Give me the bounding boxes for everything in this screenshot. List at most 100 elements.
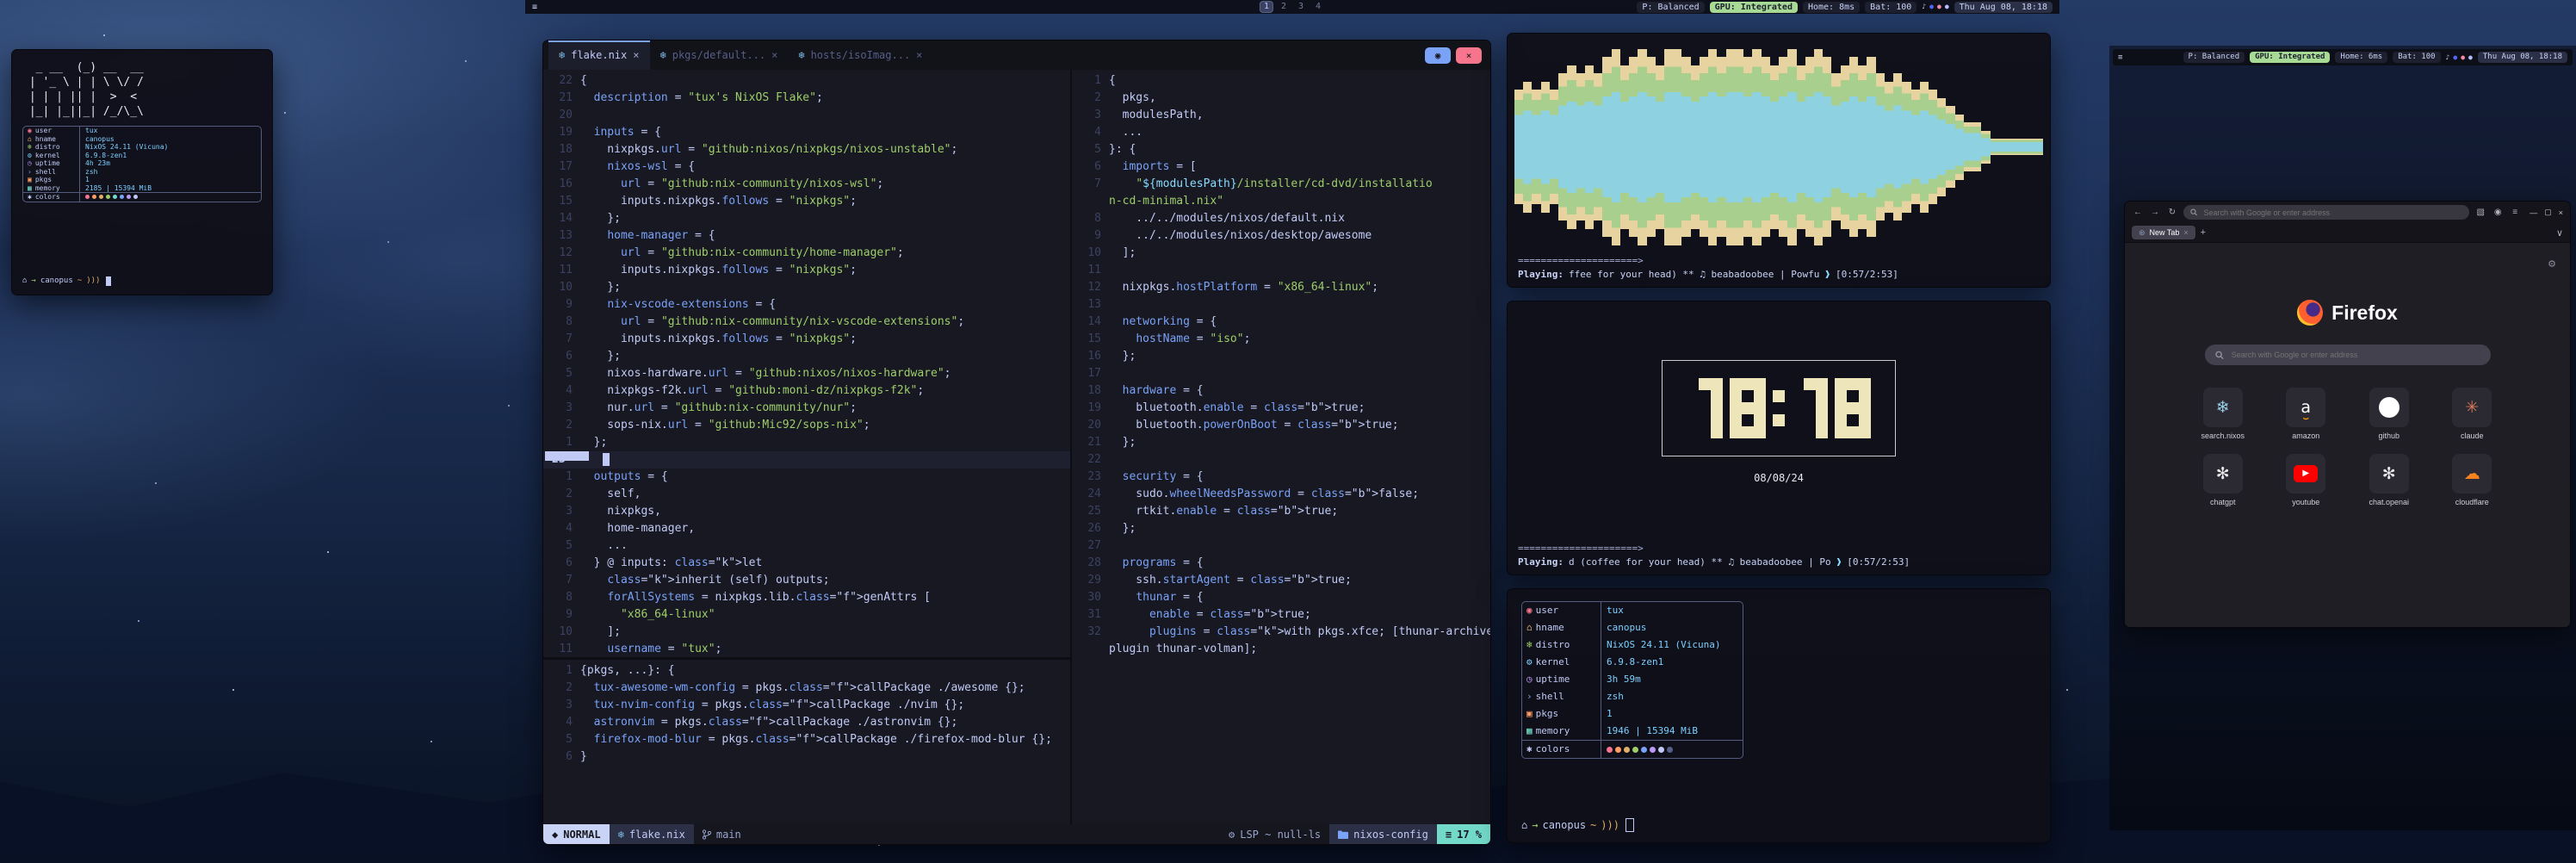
shortcut-cloudflare[interactable]: ☁cloudflare [2437,454,2508,506]
newtab-search-input[interactable] [2230,350,2480,360]
url-bar[interactable] [2183,205,2469,220]
code-line[interactable]: 5 nixos-hardware.url = "github:nixos/nix… [543,365,1070,382]
audio-visualizer-window[interactable]: =====================> Playing:ffee for … [1507,33,2051,288]
tab-new-tab[interactable]: ⊛ New Tab × [2132,226,2195,239]
code-line[interactable]: 17 [1072,365,1490,382]
editor-tab-hostsisoImag...[interactable]: ❄hosts/isoImag...× [788,40,932,70]
code-line[interactable]: 4 astronvim = pkgs.class="f">callPackage… [543,714,1070,731]
code-line[interactable]: 3 modulesPath, [1072,107,1490,124]
tray-icon[interactable]: ♪ [2446,54,2450,61]
neovim-window[interactable]: ❄flake.nix×❄pkgs/default...×❄hosts/isoIm… [542,40,1491,845]
code-line[interactable]: 23 [543,451,1070,469]
code-line[interactable]: 4 home-manager, [543,520,1070,537]
editor-tab-flake.nix[interactable]: ❄flake.nix× [548,40,650,70]
code-line[interactable]: 1 }; [543,434,1070,451]
list-tabs-chevron-icon[interactable]: ∨ [2556,227,2563,239]
code-line[interactable]: 19 inputs = { [543,124,1070,141]
code-line[interactable]: 1{pkgs, ...}: { [543,662,1070,680]
buffer-flake-nix[interactable]: 22{21 description = "tux's NixOS Flake";… [543,70,1070,657]
code-line[interactable]: 14 networking = { [1072,314,1490,331]
code-line[interactable]: 9 "x86_64-linux" [543,606,1070,624]
code-line[interactable]: 12 url = "github:nix-community/home-mana… [543,245,1070,262]
code-line[interactable]: 14 }; [543,210,1070,227]
refresh-icon[interactable]: ↻ [2166,208,2178,217]
code-line[interactable]: 13 [1072,296,1490,314]
code-line[interactable]: 2 self, [543,486,1070,503]
code-line[interactable]: 7 "${modulesPath}/installer/cd-dvd/insta… [1072,176,1490,193]
code-line[interactable]: 2 sops-nix.url = "github:Mic92/sops-nix"… [543,417,1070,434]
shortcut-chat.openai[interactable]: ✻chat.openai [2354,454,2425,506]
code-line[interactable]: 25 rtkit.enable = class="b">true; [1072,503,1490,520]
terminal-fetch-window[interactable]: _ __ (_) __ __ | '_ \ | | \ \/ / | | | |… [11,49,273,295]
code-line[interactable]: 16 url = "github:nix-community/nixos-wsl… [543,176,1070,193]
code-line[interactable]: 10 ]; [543,624,1070,641]
shortcut-youtube[interactable]: ▶youtube [2270,454,2342,506]
close-buffer-button[interactable]: × [1456,47,1482,64]
newtab-search-bar[interactable] [2205,345,2491,365]
code-line[interactable]: 7 inputs.nixpkgs.follows = "nixpkgs"; [543,331,1070,348]
shortcut-claude[interactable]: ✳claude [2437,388,2508,440]
code-line[interactable]: 28 programs = { [1072,555,1490,572]
code-line[interactable]: 5 firefox-mod-blur = pkgs.class="f">call… [543,731,1070,748]
maximize-button[interactable]: ▢ [2544,208,2552,217]
code-line[interactable]: 5}: { [1072,141,1490,158]
tray-icon[interactable]: ♪ [1922,3,1926,10]
code-line[interactable]: 12 nixpkgs.hostPlatform = "x86_64-linux"… [1072,279,1490,296]
clock-widget[interactable]: Thu Aug 08, 18:18 [2478,52,2567,63]
code-line[interactable]: n-cd-minimal.nix" [1072,193,1490,210]
code-line[interactable]: 5 ... [543,537,1070,555]
code-line[interactable]: 16 }; [1072,348,1490,365]
tab-close-icon[interactable]: × [2183,228,2188,237]
shortcut-github[interactable]: github [2354,388,2425,440]
shortcut-chatgpt[interactable]: ✻chatgpt [2188,454,2259,506]
code-line[interactable]: 10 ]; [1072,245,1490,262]
code-line[interactable]: 20 [543,107,1070,124]
menu-icon[interactable]: ≡ [532,3,537,12]
minimize-button[interactable]: — [2530,208,2537,217]
code-line[interactable]: 20 bluetooth.powerOnBoot = class="b">tru… [1072,417,1490,434]
tray-icon[interactable]: ● [1929,3,1934,10]
code-line[interactable]: 18 nixpkgs.url = "github:nixos/nixpkgs/n… [543,141,1070,158]
code-line[interactable]: 27 [1072,537,1490,555]
code-line[interactable]: 32 plugins = class="k">with pkgs.xfce; [… [1072,624,1490,641]
tab-close-icon[interactable]: × [771,49,777,61]
workspace-tag-2[interactable]: 2 [1278,2,1290,12]
clock-window[interactable]: 08/08/24 =====================> Playing:… [1507,301,2051,575]
code-line[interactable]: 4 ... [1072,124,1490,141]
code-line[interactable]: 3 nur.url = "github:nix-community/nur"; [543,400,1070,417]
code-line[interactable]: 6 }; [543,348,1070,365]
code-line[interactable]: 10 }; [543,279,1070,296]
code-line[interactable]: 11 [1072,262,1490,279]
tray-icon[interactable]: ● [1937,3,1941,10]
code-line[interactable]: 8 ../../modules/nixos/default.nix [1072,210,1490,227]
workspace-tag-3[interactable]: 3 [1295,2,1307,12]
terminal-fetch-window-2[interactable]: ◉usertux⌂hnamecanopus❄distroNixOS 24.11 … [1507,588,2051,843]
code-line[interactable]: 21 description = "tux's NixOS Flake"; [543,90,1070,107]
code-line[interactable]: 6 } @ inputs: class="k">let [543,555,1070,572]
code-line[interactable]: 4 nixpkgs-f2k.url = "github:moni-dz/nixp… [543,382,1070,400]
forward-icon[interactable]: → [2149,208,2161,217]
code-line[interactable]: 8 forAllSystems = nixpkgs.lib.class="f">… [543,589,1070,606]
workspace-tag-4[interactable]: 4 [1312,2,1324,12]
new-tab-button[interactable]: + [2201,227,2206,238]
code-line[interactable]: 17 nixos-wsl = { [543,158,1070,176]
code-line[interactable]: 23 security = { [1072,469,1490,486]
code-line[interactable]: 21 }; [1072,434,1490,451]
tray-icon[interactable]: ● [2453,54,2457,61]
extensions-icon[interactable]: ▧ [2474,208,2486,217]
code-line[interactable]: 9 ../../modules/nixos/desktop/awesome [1072,227,1490,245]
url-input[interactable] [2202,208,2463,218]
close-button[interactable]: × [2559,208,2563,217]
code-line[interactable]: 31 enable = class="b">true; [1072,606,1490,624]
code-line[interactable]: 24 sudo.wheelNeedsPassword = class="b">f… [1072,486,1490,503]
buffer-iso-image[interactable]: 1{2 pkgs,3 modulesPath,4 ...5}: {6 impor… [1072,70,1490,826]
back-icon[interactable]: ← [2132,208,2144,217]
account-icon[interactable]: ◉ [2492,208,2504,217]
buffer-pkgs-default[interactable]: 1{pkgs, ...}: {2 tux-awesome-wm-config =… [543,660,1070,826]
code-line[interactable]: 9 nix-vscode-extensions = { [543,296,1070,314]
tab-close-icon[interactable]: × [633,49,639,61]
code-line[interactable]: 6} [543,748,1070,766]
code-line[interactable]: 22{ [543,72,1070,90]
code-line[interactable]: 11 username = "tux"; [543,641,1070,657]
code-line[interactable]: 3 nixpkgs, [543,503,1070,520]
